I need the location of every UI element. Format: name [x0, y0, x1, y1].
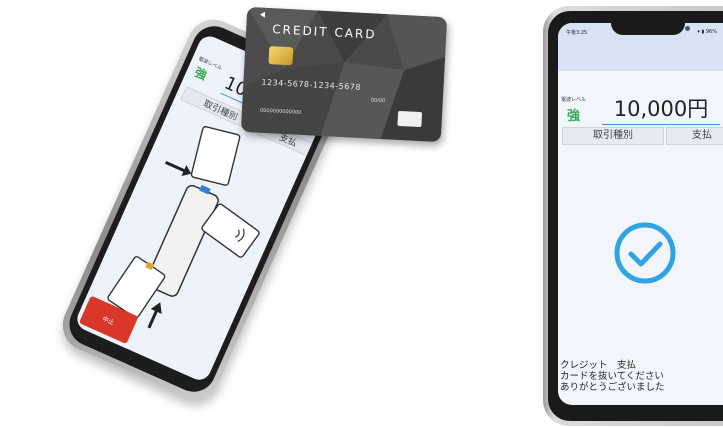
camera-notch — [610, 23, 690, 35]
transaction-type-field[interactable]: 取引種別 — [562, 127, 664, 145]
signal-strength: 強 — [192, 65, 209, 83]
credit-card: CREDIT CARD 1234-5678-1234-5678 00/00 00… — [240, 6, 448, 143]
amount-display: 10,000円 — [602, 93, 720, 125]
phone-front: 午後3:25 ▾ ▮ 96% 電波レベル 強 10,000円 取引種別 支払 ク… — [543, 6, 723, 426]
battery-icon: ▮ — [701, 29, 705, 35]
battery-indicator: ▾ ▮ 96% — [697, 29, 717, 35]
payment-method-field[interactable]: 支払 — [666, 127, 723, 145]
wifi-icon: ▾ — [697, 29, 700, 35]
card-expiry: 00/00 — [370, 97, 386, 105]
check-circle-icon — [614, 222, 676, 284]
status-bar: 午後3:25 ▾ ▮ 96% — [558, 23, 723, 71]
camera-icon — [684, 26, 690, 31]
chip-icon — [268, 46, 294, 66]
signal-strength: 強 — [567, 109, 581, 124]
left-scene: 電波レベル 強 10, 取引種別 支払 中止 CREDIT CARD 1234-… — [0, 0, 520, 428]
message-line: クレジット 支払 — [560, 360, 637, 371]
card-swipe-illustration — [190, 126, 241, 186]
card-direction-icon — [259, 11, 266, 18]
message-line: カードを抜いてください — [560, 371, 664, 382]
arrow-right-icon — [165, 161, 192, 176]
phone-bezel: 午後3:25 ▾ ▮ 96% 電波レベル 強 10,000円 取引種別 支払 ク… — [548, 11, 723, 421]
message-line: ありがとうございました — [560, 382, 665, 393]
phone-screen: 午後3:25 ▾ ▮ 96% 電波レベル 強 10,000円 取引種別 支払 ク… — [558, 23, 723, 405]
signal-level-label: 電波レベル — [561, 97, 587, 103]
battery-level: 96% — [705, 29, 717, 35]
completion-message: クレジット 支払 カードを抜いてください ありがとうございました — [560, 360, 665, 393]
status-time: 午後3:25 — [566, 30, 588, 36]
hologram-icon — [397, 110, 423, 128]
